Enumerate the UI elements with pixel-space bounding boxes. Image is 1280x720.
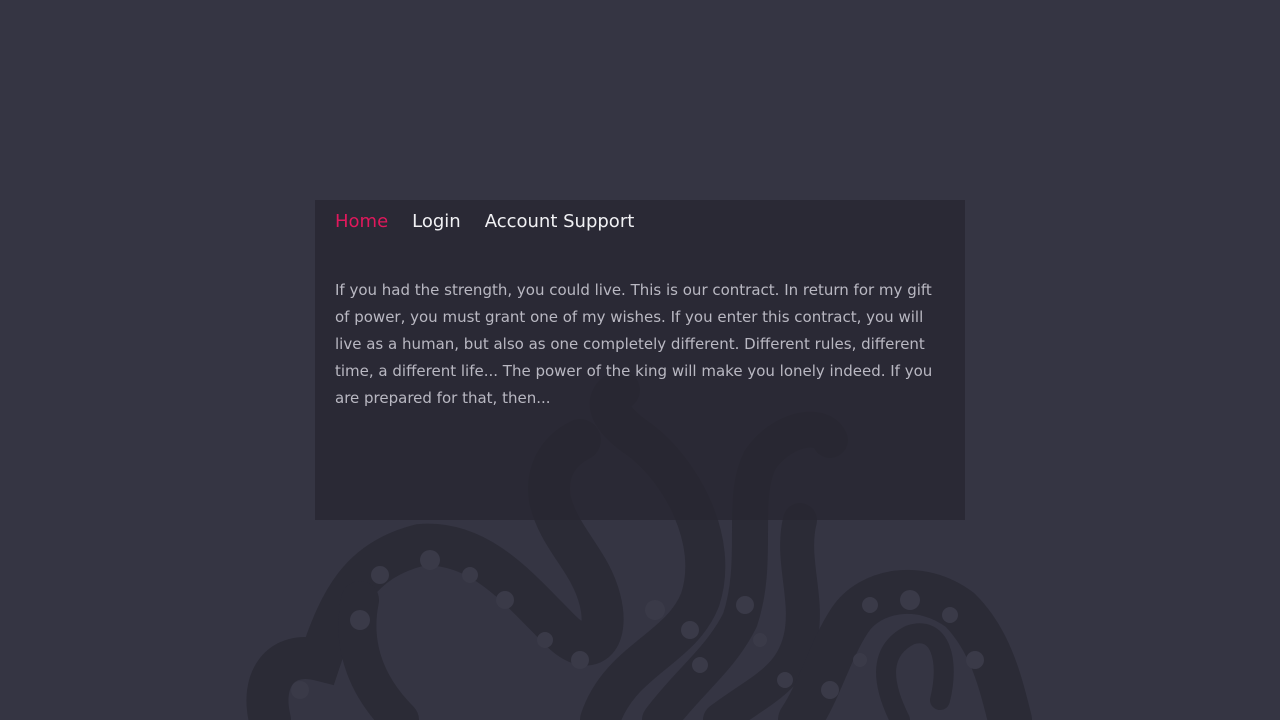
content-panel: Home Login Account Support If you had th…: [315, 200, 965, 520]
nav-link-home[interactable]: Home: [335, 210, 388, 234]
main-nav: Home Login Account Support: [335, 210, 634, 234]
nav-link-login[interactable]: Login: [412, 210, 461, 234]
intro-paragraph: If you had the strength, you could live.…: [335, 281, 933, 407]
nav-link-account-support[interactable]: Account Support: [485, 210, 635, 234]
